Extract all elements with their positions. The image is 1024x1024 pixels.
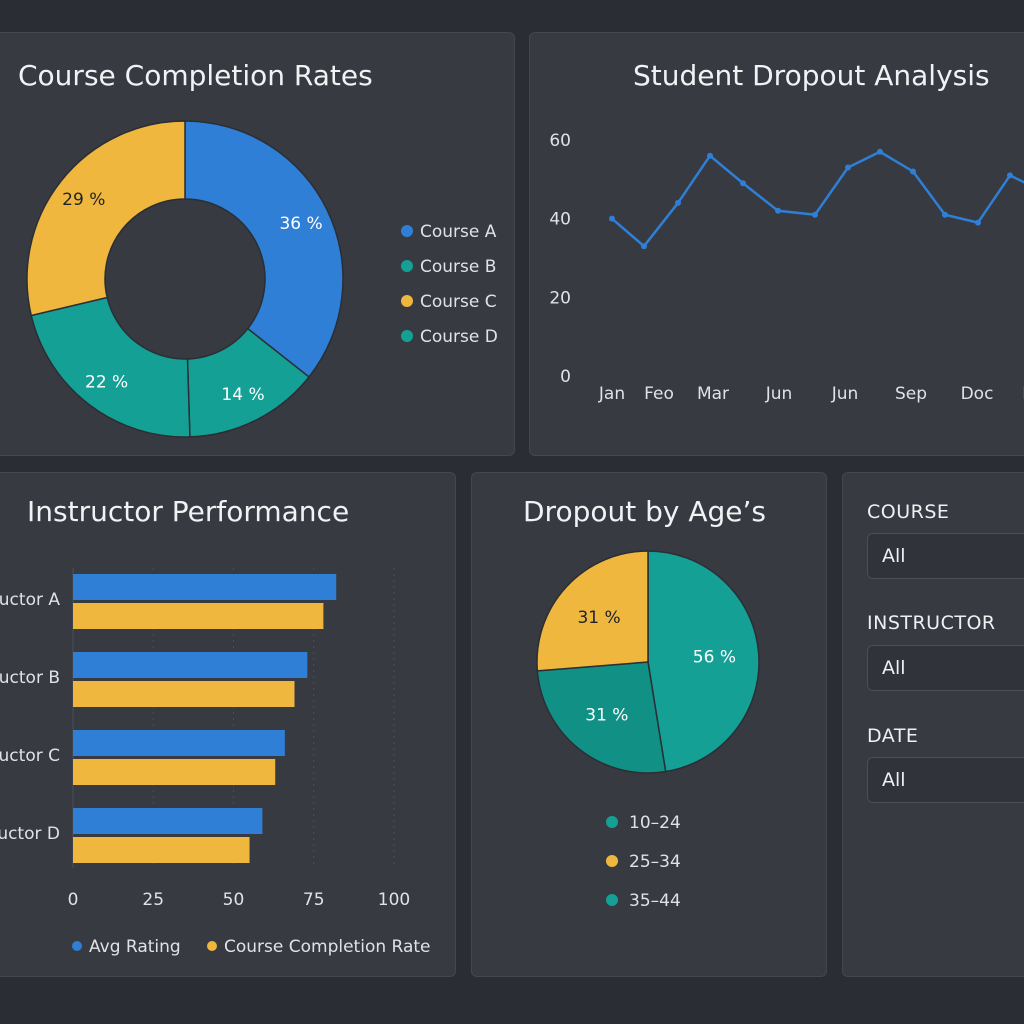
dropout-point-13 [1007,172,1013,179]
line-x-tick-4: Jun [765,384,793,404]
donut-slice-label-3: 22 % [85,372,128,392]
donut-slice-label-1: 36 % [279,214,322,234]
date-filter-select[interactable]: All [867,757,1024,803]
dropout-by-age-panel: Dropout by Age’s 56 % 31 % 31 % 10–24 25–34… [471,472,827,977]
donut-slice-3 [30,296,191,438]
dropout-point-11 [942,211,948,218]
line-x-tick-1: Jan [598,384,625,404]
bar-rating-4 [73,808,263,834]
legend-swatch-course-a [401,225,413,237]
age-legend-swatch-3 [606,894,618,906]
dropout-analysis-panel: Student Dropout Analysis 0 20 40 60 Jan Feo M… [529,32,1024,456]
age-legend-swatch-2 [606,855,618,867]
line-y-tick-60: 60 [549,131,571,151]
bar-legend-swatch-2 [207,941,217,951]
line-y-tick-40: 40 [549,210,571,230]
age-slice-label-2: 31 % [585,705,628,725]
instructor-filter-select[interactable]: All [867,645,1024,691]
instructor-bar-chart: Instructor A Instructor B Instructor C Inst… [0,568,431,957]
line-x-tick-5: Jun [831,384,859,404]
instructor-performance-panel: Instructor Performance Instructor AInstr… [0,472,456,977]
course-completion-panel: Course Completion Rates 36 % 14 % 22 % 29 %… [0,32,515,456]
date-filter-label: DATE [867,725,919,747]
legend-label-course-c: Course C [420,292,497,312]
bar-completion-4 [73,837,250,863]
legend-label-course-b: Course B [420,257,496,277]
age-legend-label-2: 25–34 [629,852,681,872]
age-legend-label-1: 10–24 [629,813,681,833]
bar-rating-2 [73,652,308,678]
line-x-tick-6: Sep [895,384,927,404]
legend-swatch-course-b [401,260,413,272]
dropout-point-9 [877,148,883,155]
dropout-point-4 [707,152,713,159]
age-legend-label-3: 35–44 [629,891,681,911]
donut-slice-1 [184,120,344,379]
legend-label-course-d: Course D [420,327,498,347]
bar-x-tick-0: 0 [68,890,79,910]
dropout-point-7 [812,211,818,218]
bar-completion-1 [73,603,324,629]
bar-x-tick-100: 100 [378,890,410,910]
line-y-tick-0: 0 [560,367,571,387]
bar-category-3: Instructor C [0,746,60,766]
age-legend-swatch-1 [606,816,618,828]
line-y-tick-20: 20 [549,288,571,308]
dropout-line [611,150,1024,248]
dropout-point-5 [740,180,746,187]
dropout-point-10 [910,168,916,175]
bar-legend-label-1: Avg Rating [89,937,181,957]
dropout-line-chart: 0204060 JanFeoMarJunJunSepDocL [549,131,1024,404]
donut-slice-label-4: 29 % [62,190,105,210]
age-slice-label-3: 31 % [577,608,620,628]
course-filter-select[interactable]: All [867,533,1024,579]
legend-swatch-course-d [401,330,413,342]
bar-completion-2 [73,681,295,707]
dropout-point-1 [609,215,615,222]
bar-legend-label-2: Course Completion Rate [224,937,431,957]
course-filter-label: COURSE [867,501,950,523]
dropout-point-2 [641,243,647,250]
bar-category-2: Instructor B [0,668,60,688]
bar-x-tick-25: 25 [142,890,164,910]
course-completion-chart: 36 % 14 % 22 % 29 % Course A Course B Course … [26,120,498,438]
dropout-point-6 [775,207,781,214]
dropout-point-3 [675,199,681,206]
bar-legend-swatch-1 [72,941,82,951]
dropout-point-12 [975,219,981,226]
donut-slice-label-2: 14 % [221,385,264,405]
age-slice-label-1: 56 % [693,648,736,668]
bar-category-4: Instructor D [0,824,60,844]
bar-rating-3 [73,730,285,756]
line-x-tick-7: Doc [961,384,994,404]
bar-rating-1 [73,574,337,600]
instructor-filter-label: INSTRUCTOR [867,612,996,634]
line-x-tick-2: Feo [644,384,674,404]
dropout-age-pie-chart: 56 % 31 % 31 % 10–24 25–34 35–44 [536,550,760,911]
bar-category-1: Instructor A [0,590,60,610]
bar-x-tick-75: 75 [303,890,325,910]
legend-swatch-course-c [401,295,413,307]
filters-panel: COURSE All INSTRUCTOR All DATE All [842,472,1024,977]
donut-slice-4 [26,120,186,317]
dropout-point-8 [845,164,851,171]
bar-completion-3 [73,759,276,785]
bar-x-tick-50: 50 [223,890,245,910]
legend-label-course-a: Course A [420,222,497,242]
line-x-tick-3: Mar [697,384,729,404]
